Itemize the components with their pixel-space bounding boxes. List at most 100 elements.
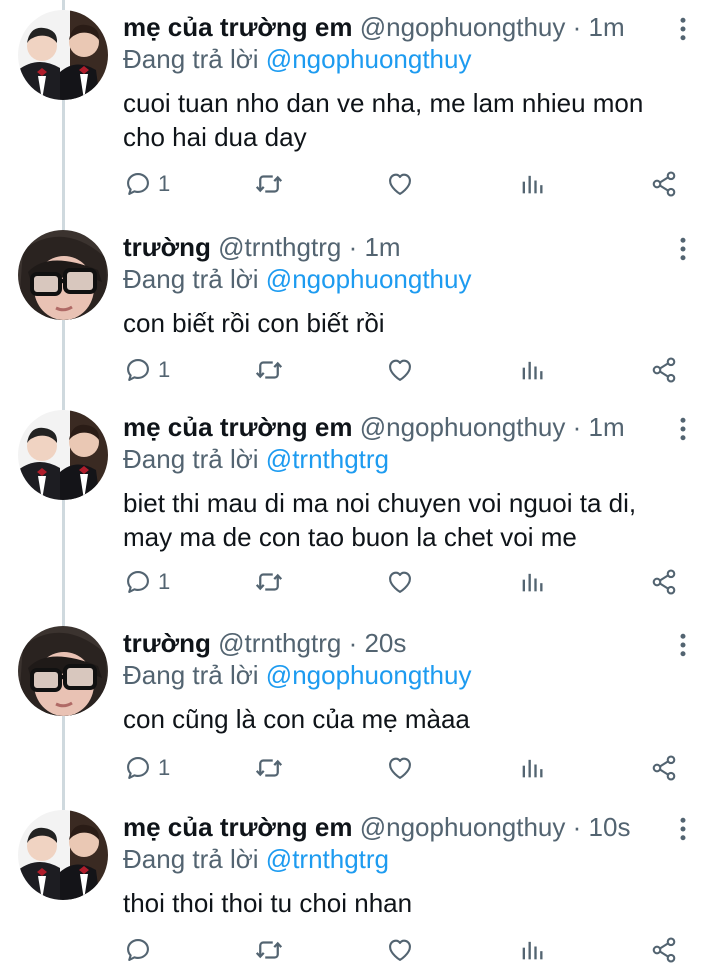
timestamp[interactable]: 1m [589, 12, 625, 42]
user-handle[interactable]: @ngophuongthuy [360, 812, 566, 842]
separator-dot: · [572, 12, 582, 42]
display-name[interactable]: mẹ của trường em [123, 412, 352, 442]
tweet-header: mẹ của trường em @ngophuongthuy · 10s [123, 810, 630, 844]
share-button[interactable] [650, 562, 678, 602]
share-button[interactable] [650, 930, 678, 970]
replying-to-label: Đang trả lời [123, 844, 259, 874]
user-handle[interactable]: @ngophuongthuy [360, 12, 566, 42]
tweet-header: mẹ của trường em @ngophuongthuy · 1m [123, 10, 625, 44]
tweet-text: cuoi tuan nho dan ve nha, me lam nhieu m… [123, 86, 713, 154]
like-button[interactable] [386, 748, 414, 788]
replying-to-line: Đang trả lời @ngophuongthuy [123, 658, 471, 692]
replying-to-line: Đang trả lời @ngophuongthuy [123, 42, 471, 76]
replying-to-mention[interactable]: @ngophuongthuy [266, 660, 472, 690]
share-button[interactable] [650, 748, 678, 788]
timestamp[interactable]: 20s [364, 628, 406, 658]
replying-to-mention[interactable]: @trnthgtrg [266, 444, 389, 474]
more-options-icon[interactable] [668, 14, 698, 44]
reply-icon [124, 936, 152, 964]
timestamp[interactable]: 1m [589, 412, 625, 442]
tweet-header: mẹ của trường em @ngophuongthuy · 1m [123, 410, 625, 444]
like-button[interactable] [386, 562, 414, 602]
tweet-text: biet thi mau di ma noi chuyen voi nguoi … [123, 486, 713, 554]
replying-to-mention[interactable]: @ngophuongthuy [266, 264, 472, 294]
replying-to-line: Đang trả lời @trnthgtrg [123, 442, 389, 476]
retweet-button[interactable] [254, 164, 284, 204]
user-handle[interactable]: @ngophuongthuy [360, 412, 566, 442]
share-icon [650, 936, 678, 964]
timestamp[interactable]: 1m [364, 232, 400, 262]
reply-icon [124, 568, 152, 596]
tweet[interactable]: trường @trnthgtrg · 1m Đang trả lời @ngo… [0, 220, 720, 396]
tweet-action-bar: 1 [0, 164, 720, 204]
like-button[interactable] [386, 164, 414, 204]
like-button[interactable] [386, 930, 414, 970]
user-handle[interactable]: @trnthgtrg [218, 232, 341, 262]
tweet[interactable]: mẹ của trường em @ngophuongthuy · 1m Đan… [0, 400, 720, 620]
boys-photo-avatar[interactable] [18, 410, 108, 500]
tweet-text-line: con biết rồi con biết rồi [123, 308, 385, 338]
timestamp[interactable]: 10s [589, 812, 631, 842]
tweet-text-line: biet thi mau di ma noi chuyen voi nguoi … [123, 488, 637, 518]
display-name[interactable]: trường [123, 628, 211, 658]
retweet-icon [254, 567, 284, 597]
more-options-icon[interactable] [668, 234, 698, 264]
views-button[interactable] [518, 930, 546, 970]
tweet-action-bar [0, 930, 720, 970]
views-button[interactable] [518, 562, 546, 602]
like-icon [386, 568, 414, 596]
reply-count: 1 [158, 171, 171, 196]
share-icon [650, 170, 678, 198]
tweet-action-bar: 1 [0, 562, 720, 602]
user-handle[interactable]: @trnthgtrg [218, 628, 341, 658]
reply-button[interactable]: 1 [124, 748, 170, 788]
tweet[interactable]: trường @trnthgtrg · 20s Đang trả lời @ng… [0, 616, 720, 796]
tweet-text-line: may ma de con tao buon la chet voi me [123, 522, 577, 552]
retweet-icon [254, 355, 284, 385]
tweet-action-bar: 1 [0, 748, 720, 788]
views-icon [518, 170, 546, 198]
retweet-button[interactable] [254, 930, 284, 970]
replying-to-mention[interactable]: @ngophuongthuy [266, 44, 472, 74]
separator-dot: · [348, 232, 358, 262]
tweet-action-bar: 1 [0, 350, 720, 390]
reply-count: 1 [158, 569, 171, 594]
views-button[interactable] [518, 164, 546, 204]
display-name[interactable]: mẹ của trường em [123, 812, 352, 842]
display-name[interactable]: mẹ của trường em [123, 12, 352, 42]
retweet-button[interactable] [254, 562, 284, 602]
like-button[interactable] [386, 350, 414, 390]
separator-dot: · [572, 812, 582, 842]
retweet-icon [254, 753, 284, 783]
views-icon [518, 568, 546, 596]
views-button[interactable] [518, 748, 546, 788]
glasses-girl-avatar[interactable] [18, 230, 108, 320]
boys-photo-avatar[interactable] [18, 10, 108, 100]
share-button[interactable] [650, 164, 678, 204]
tweet-text-line: thoi thoi thoi tu choi nhan [123, 888, 413, 918]
share-icon [650, 568, 678, 596]
display-name[interactable]: trường [123, 232, 211, 262]
boys-photo-avatar[interactable] [18, 810, 108, 900]
separator-dot: · [348, 628, 358, 658]
reply-button[interactable]: 1 [124, 350, 170, 390]
tweet[interactable]: mẹ của trường em @ngophuongthuy · 1m Đan… [0, 0, 720, 220]
tweet[interactable]: mẹ của trường em @ngophuongthuy · 10s Đa… [0, 800, 720, 974]
reply-count: 1 [158, 357, 171, 382]
reply-button[interactable]: 1 [124, 164, 170, 204]
retweet-button[interactable] [254, 350, 284, 390]
more-options-icon[interactable] [668, 814, 698, 844]
more-options-icon[interactable] [668, 630, 698, 660]
reply-button[interactable]: 1 [124, 562, 170, 602]
retweet-button[interactable] [254, 748, 284, 788]
views-button[interactable] [518, 350, 546, 390]
glasses-girl-avatar[interactable] [18, 626, 108, 716]
replying-to-mention[interactable]: @trnthgtrg [266, 844, 389, 874]
retweet-icon [254, 169, 284, 199]
like-icon [386, 754, 414, 782]
reply-button[interactable] [124, 930, 158, 970]
more-options-icon[interactable] [668, 414, 698, 444]
replying-to-label: Đang trả lời [123, 44, 259, 74]
share-icon [650, 356, 678, 384]
share-button[interactable] [650, 350, 678, 390]
